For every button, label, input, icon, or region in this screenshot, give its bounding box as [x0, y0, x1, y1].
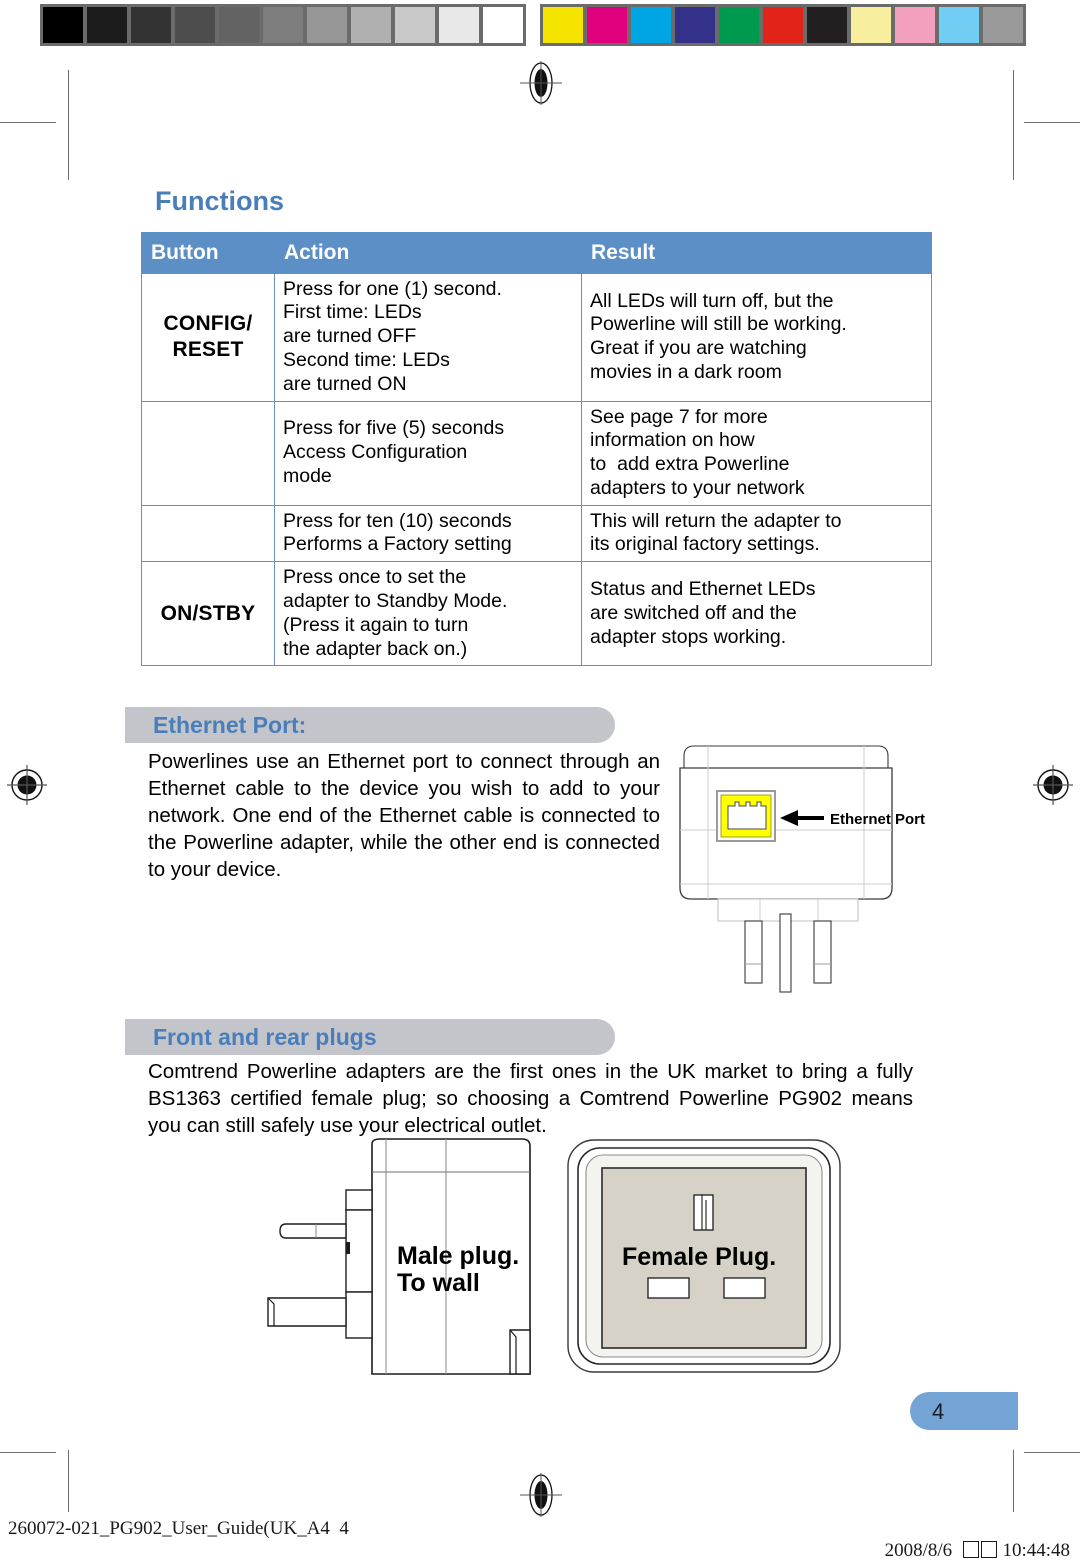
cell-button-1 [141, 400, 275, 506]
functions-table: Button Action Result CONFIG/RESET Press f… [141, 232, 932, 667]
cell-button-0: CONFIG/RESET [141, 272, 275, 402]
male-plug-drawing: Male plug. To wall [267, 1138, 531, 1375]
front-rear-plugs-body-text: Comtrend Powerline adapters are the firs… [148, 1060, 913, 1138]
male-plug-label-line1: Male plug. [397, 1242, 519, 1270]
column-header-action: Action [274, 232, 582, 274]
cell-button-3: ON/STBY [141, 561, 275, 667]
male-plug-label-line2: To wall [397, 1269, 480, 1297]
section-bar-front-rear-plugs: Front and rear plugs [125, 1019, 615, 1055]
document-page: Functions Button Action Result CONFIG/RE… [0, 0, 1080, 1551]
cell-action-3: Press once to set the adapter to Standby … [274, 561, 582, 667]
page-title: Functions [155, 186, 284, 216]
page-number: 4 [932, 1399, 945, 1424]
cell-button-2 [141, 504, 275, 563]
cell-action-1: Press for five (5) seconds Access Configu… [274, 400, 582, 506]
section-bar-ethernet-port: Ethernet Port: [125, 707, 615, 743]
table-body: CONFIG/RESET Press for one (1) second. Fir… [141, 272, 932, 667]
section-heading-front-rear-plugs: Front and rear plugs [153, 1024, 377, 1050]
table-header-row: Button Action Result [141, 232, 932, 274]
table-row: Press for five (5) seconds Access Configu… [141, 400, 932, 506]
ethernet-port-body-text: Powerlines use an Ethernet port to conne… [148, 750, 660, 882]
section-heading-ethernet-port: Ethernet Port: [153, 712, 307, 738]
ethernet-port-callout-label: Ethernet Port [830, 811, 925, 828]
cell-result-2: This will return the adapter to its origi… [581, 504, 932, 563]
unrenderable-glyph-2 [980, 1541, 997, 1558]
table-row: Press for ten (10) seconds Performs a Fac… [141, 504, 932, 563]
footer-timestamp: 2008/8/6 10:44:48 [875, 1518, 1070, 1562]
cell-result-0: All LEDs will turn off, but the Powerline… [581, 272, 932, 402]
cell-result-3: Status and Ethernet LEDs are switched off… [581, 561, 932, 667]
female-plug-drawing: Female Plug. [567, 1139, 841, 1373]
unrenderable-glyph-1 [962, 1541, 979, 1558]
cell-action-0: Press for one (1) second. First time: LED… [274, 272, 582, 402]
cell-action-2: Press for ten (10) seconds Performs a Fac… [274, 504, 582, 563]
ethernet-adapter-diagram: Ethernet Port [679, 745, 925, 993]
column-header-button: Button [141, 232, 275, 274]
cell-result-1: See page 7 for more information on how to … [581, 400, 932, 506]
female-plug-label: Female Plug. [622, 1243, 776, 1271]
page-number-tab: 4 [910, 1392, 1018, 1430]
footer-filename: 260072-021_PG902_User_Guide(UK_A4 4 [8, 1518, 349, 1539]
table-row: ON/STBY Press once to set the adapter to S… [141, 561, 932, 667]
column-header-result: Result [581, 232, 932, 274]
table-row: CONFIG/RESET Press for one (1) second. Fir… [141, 272, 932, 402]
plugs-diagram: Male plug. To wall Female Plug. [267, 1138, 841, 1375]
